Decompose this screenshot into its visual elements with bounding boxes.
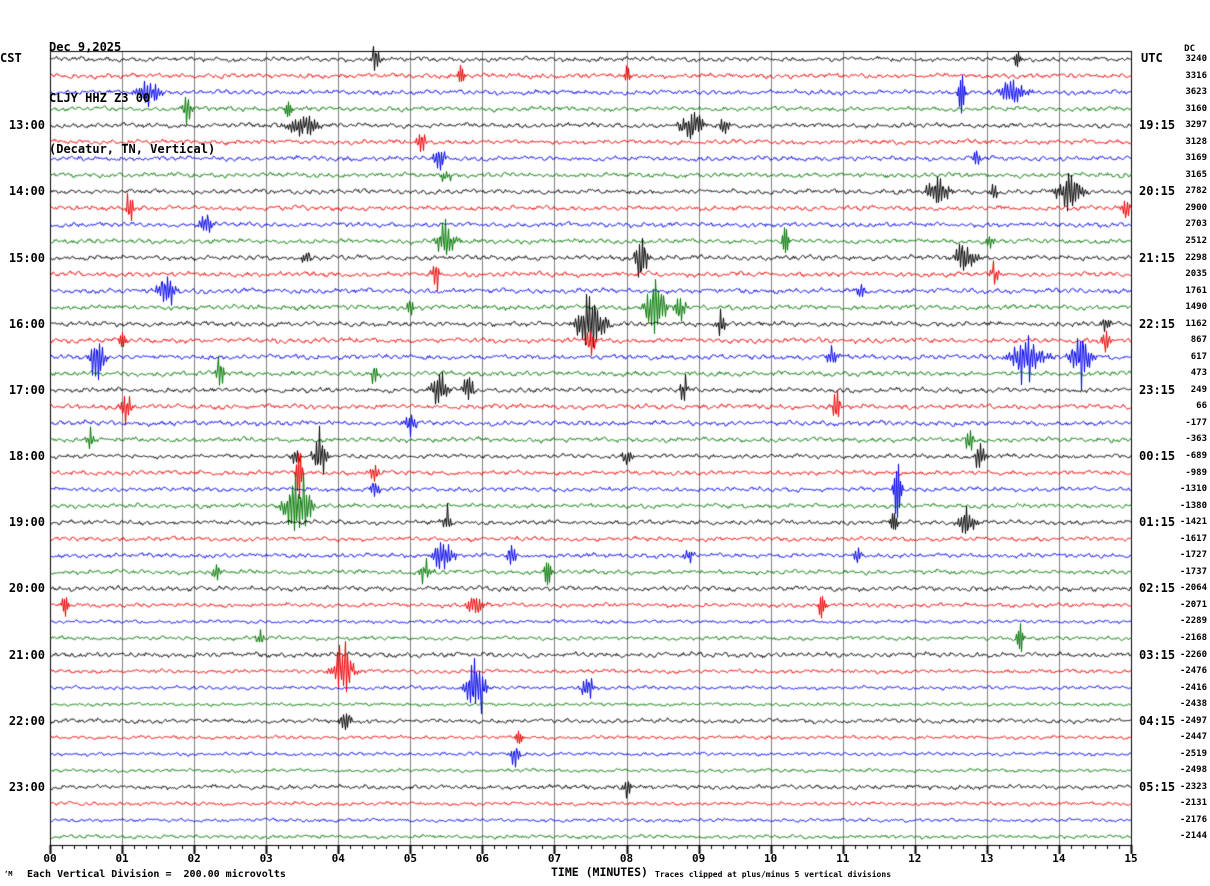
x-tick-label: 08 — [619, 852, 634, 865]
title-date: Dec 9,2025 — [49, 40, 122, 54]
dc-offset-value: -1421 — [1179, 517, 1207, 528]
dc-offset-value: -1737 — [1179, 566, 1207, 577]
dc-offset-value: -2260 — [1179, 649, 1207, 660]
cst-hour-label: 18:00 — [8, 449, 45, 463]
dc-offset-value: -989 — [1185, 467, 1207, 478]
dc-offset-value: 249 — [1190, 384, 1207, 395]
dc-offset-value: 473 — [1190, 368, 1207, 379]
vertical-division-note: Each Vertical Division = 200.00 microvol… — [27, 869, 286, 880]
x-tick-label: 05 — [403, 852, 417, 865]
dc-offset-value: -2416 — [1179, 682, 1207, 693]
x-tick-label: 14 — [1052, 852, 1066, 865]
dc-offset-value: 2782 — [1185, 186, 1207, 197]
dc-offset-value: 1761 — [1185, 285, 1207, 296]
dc-offset-value: -2176 — [1179, 814, 1207, 825]
dc-offset-value: 3160 — [1185, 103, 1207, 114]
dc-offset-value: -2476 — [1179, 666, 1207, 677]
x-tick-label: 06 — [475, 852, 490, 865]
dc-offset-value: -2438 — [1179, 699, 1207, 710]
dc-offset-value: -689 — [1185, 451, 1207, 461]
helicorder-page: { "title": { "date": "Dec 9,2025", "stat… — [0, 0, 1210, 886]
dc-offset-value: -363 — [1185, 434, 1207, 445]
x-tick-label: 01 — [115, 852, 129, 865]
dc-offset-value: 3623 — [1185, 87, 1207, 98]
dc-offset-value: 3128 — [1185, 136, 1207, 147]
dc-offset-value: 867 — [1190, 335, 1207, 346]
dc-offset-value: -2131 — [1179, 798, 1207, 809]
x-axis-label: TIME (MINUTES) — [551, 865, 648, 879]
cst-hour-label: 19:00 — [8, 515, 45, 530]
x-tick-label: 10 — [764, 852, 778, 865]
cst-hour-label: 23:00 — [8, 779, 45, 794]
dc-offset-value: 2900 — [1185, 202, 1207, 213]
y-scale-marker: ʼM — [4, 870, 13, 878]
cst-hour-label: 22:00 — [8, 713, 45, 728]
dc-offset-value: -2447 — [1179, 732, 1207, 743]
dc-offset-value: 3240 — [1185, 54, 1207, 64]
cst-hour-label: 14:00 — [8, 184, 45, 199]
dc-offset-value: -2071 — [1179, 599, 1207, 610]
cst-hour-label: 13:00 — [8, 118, 45, 133]
dc-offset-value: -2519 — [1179, 748, 1207, 759]
dc-offset-value: 2703 — [1185, 219, 1207, 230]
dc-offset-value: -1380 — [1179, 500, 1207, 511]
dc-offset-value: -177 — [1185, 417, 1207, 428]
left-axis-header: CST — [0, 51, 22, 65]
dc-offset-value: 3169 — [1185, 153, 1207, 164]
dc-offset-value: 2512 — [1185, 235, 1207, 246]
x-tick-label: 00 — [43, 852, 57, 865]
dc-offset-value: -2497 — [1179, 715, 1207, 726]
dc-offset-value: 617 — [1190, 351, 1207, 362]
dc-offset-value: 1162 — [1185, 318, 1207, 329]
dc-offset-value: 1490 — [1185, 302, 1207, 313]
dc-offset-value: 3316 — [1185, 70, 1207, 81]
dc-offset-value: -1727 — [1179, 550, 1207, 561]
dc-offset-value: 66 — [1196, 401, 1207, 412]
cst-hour-label: 20:00 — [8, 581, 45, 596]
plot-title: Dec 9,2025 CLJY HHZ Z3 00 (Decatur, TN, … — [49, 5, 215, 175]
dc-offset-value: -1617 — [1179, 533, 1207, 544]
title-location: (Decatur, TN, Vertical) — [49, 142, 216, 156]
cst-hour-label: 15:00 — [8, 250, 45, 265]
cst-hour-label: 21:00 — [8, 647, 45, 662]
x-tick-label: 07 — [547, 852, 562, 865]
dc-offset-value: -2498 — [1179, 765, 1207, 776]
dc-offset-value: 2035 — [1185, 269, 1207, 280]
clipping-note: Traces clipped at plus/minus 5 vertical … — [655, 870, 892, 879]
x-tick-label: 09 — [691, 852, 706, 865]
dc-offset-value: -1310 — [1179, 484, 1207, 495]
dc-offset-value: 2298 — [1185, 252, 1207, 263]
dc-offset-value: -2168 — [1179, 632, 1207, 643]
x-tick-label: 04 — [331, 852, 345, 865]
x-tick-label: 03 — [259, 852, 273, 865]
dc-offset-value: -2289 — [1179, 616, 1207, 627]
dc-offset-value: -2144 — [1179, 831, 1207, 842]
x-tick-label: 02 — [187, 852, 201, 865]
x-tick-label: 12 — [908, 852, 922, 865]
x-tick-label: 11 — [836, 852, 850, 865]
title-station: CLJY HHZ Z3 00 — [49, 91, 151, 105]
dc-offset-value: -2323 — [1179, 781, 1207, 792]
dc-offset-value: 3297 — [1185, 120, 1207, 131]
dc-offset-value: 3165 — [1185, 169, 1207, 180]
cst-hour-label: 16:00 — [8, 316, 45, 331]
cst-hour-label: 17:00 — [8, 382, 45, 397]
dc-offset-value: -2064 — [1179, 583, 1207, 594]
x-tick-label: 15 — [1124, 852, 1138, 865]
x-tick-label: 13 — [980, 852, 994, 865]
